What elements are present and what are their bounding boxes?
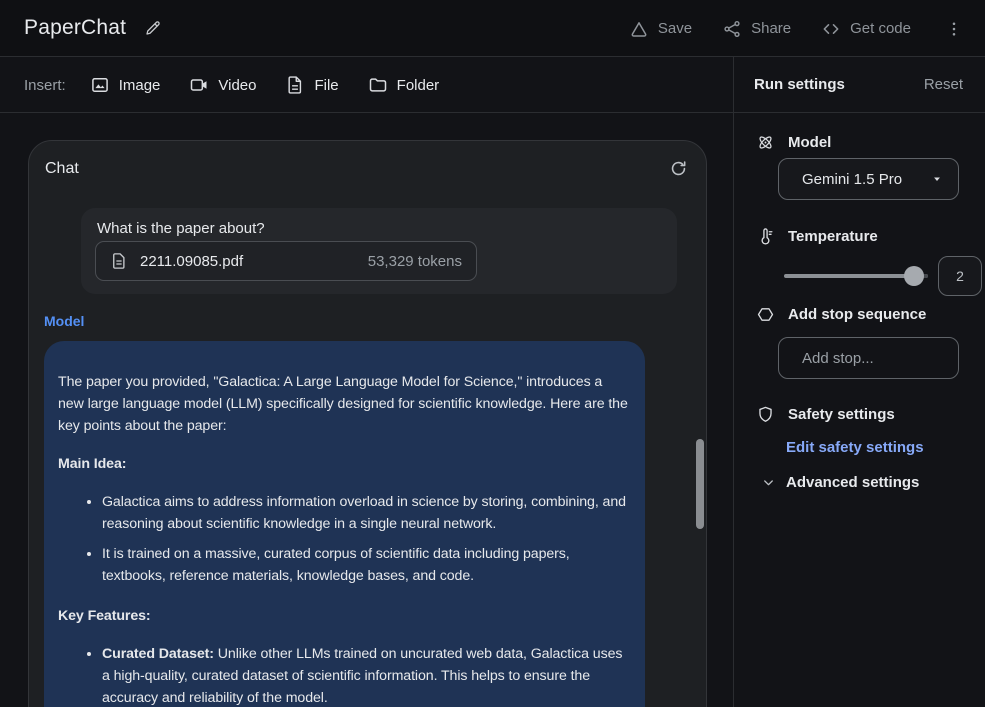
share-button[interactable]: Share <box>722 19 791 39</box>
stop-sequence-input[interactable] <box>778 337 959 379</box>
response-bullet: It is trained on a massive, curated corp… <box>102 543 631 587</box>
insert-label: Insert: <box>24 77 66 94</box>
edit-title-icon[interactable] <box>144 19 162 37</box>
share-icon <box>722 19 742 39</box>
response-bullet: Curated Dataset: Unlike other LLMs train… <box>102 643 631 707</box>
chat-panel: Chat What is the paper about? 2211.09085… <box>28 140 707 707</box>
chevron-down-icon <box>761 475 776 490</box>
insert-image-button[interactable]: Image <box>90 75 161 95</box>
run-settings-header: Run settings Reset <box>734 57 985 113</box>
temperature-slider-thumb[interactable] <box>904 266 924 286</box>
insert-folder-label: Folder <box>397 77 440 94</box>
attached-file-chip[interactable]: 2211.09085.pdf 53,329 tokens <box>95 241 477 281</box>
chat-scrollbar-thumb[interactable] <box>696 439 704 529</box>
insert-file-label: File <box>314 77 338 94</box>
response-bullet-list: Curated Dataset: Unlike other LLMs train… <box>58 643 631 707</box>
chat-title: Chat <box>45 160 79 178</box>
model-response: The paper you provided, "Galactica: A La… <box>44 341 645 707</box>
stop-hexagon-icon <box>756 305 775 324</box>
file-name: 2211.09085.pdf <box>140 253 243 270</box>
advanced-settings-toggle[interactable]: Advanced settings <box>761 474 919 491</box>
file-token-count: 53,329 tokens <box>368 253 462 270</box>
response-heading-key-features: Key Features: <box>58 605 631 627</box>
image-icon <box>90 75 110 95</box>
refresh-icon[interactable] <box>669 159 688 178</box>
run-settings-panel: Run settings Reset Model Gemini 1.5 Pro … <box>733 57 985 707</box>
model-icon <box>756 133 775 152</box>
code-icon <box>821 19 841 39</box>
user-question: What is the paper about? <box>97 220 661 237</box>
model-section-label: Model <box>756 133 831 152</box>
run-settings-title: Run settings <box>754 76 845 93</box>
save-button[interactable]: Save <box>629 19 692 39</box>
get-code-button[interactable]: Get code <box>821 19 911 39</box>
app-title: PaperChat <box>24 16 126 40</box>
shield-icon <box>756 405 775 424</box>
stop-sequence-section-label: Add stop sequence <box>756 305 926 324</box>
insert-bar: Insert: Image Video File Folder <box>0 58 733 113</box>
insert-file-button[interactable]: File <box>285 75 338 95</box>
user-message: What is the paper about? 2211.09085.pdf … <box>81 208 677 294</box>
save-label: Save <box>658 20 692 37</box>
model-select[interactable]: Gemini 1.5 Pro <box>778 158 959 200</box>
file-icon <box>285 75 305 95</box>
response-bullet-list: Galactica aims to address information ov… <box>58 491 631 587</box>
model-response-label: Model <box>44 313 84 329</box>
folder-icon <box>368 75 388 95</box>
chat-header: Chat <box>29 141 706 178</box>
insert-image-label: Image <box>119 77 161 94</box>
temperature-section-label: Temperature <box>756 227 878 246</box>
response-intro: The paper you provided, "Galactica: A La… <box>58 371 631 437</box>
model-select-value: Gemini 1.5 Pro <box>802 171 902 188</box>
more-options-icon[interactable] <box>941 20 967 38</box>
video-icon <box>189 75 209 95</box>
thermometer-icon <box>756 227 775 246</box>
response-heading-main-idea: Main Idea: <box>58 453 631 475</box>
insert-video-button[interactable]: Video <box>189 75 256 95</box>
edit-safety-settings-link[interactable]: Edit safety settings <box>786 439 924 456</box>
insert-folder-button[interactable]: Folder <box>368 75 440 95</box>
safety-section-label: Safety settings <box>756 405 895 424</box>
main-area: Chat What is the paper about? 2211.09085… <box>0 113 733 707</box>
save-icon <box>629 19 649 39</box>
reset-button[interactable]: Reset <box>924 76 963 93</box>
top-bar: PaperChat Save Share Get code <box>0 0 985 57</box>
document-icon <box>110 252 128 270</box>
chevron-down-icon <box>930 172 944 186</box>
temperature-value[interactable]: 2 <box>938 256 982 296</box>
share-label: Share <box>751 20 791 37</box>
get-code-label: Get code <box>850 20 911 37</box>
top-actions: Save Share Get code <box>629 0 967 57</box>
insert-video-label: Video <box>218 77 256 94</box>
response-bullet: Galactica aims to address information ov… <box>102 491 631 535</box>
